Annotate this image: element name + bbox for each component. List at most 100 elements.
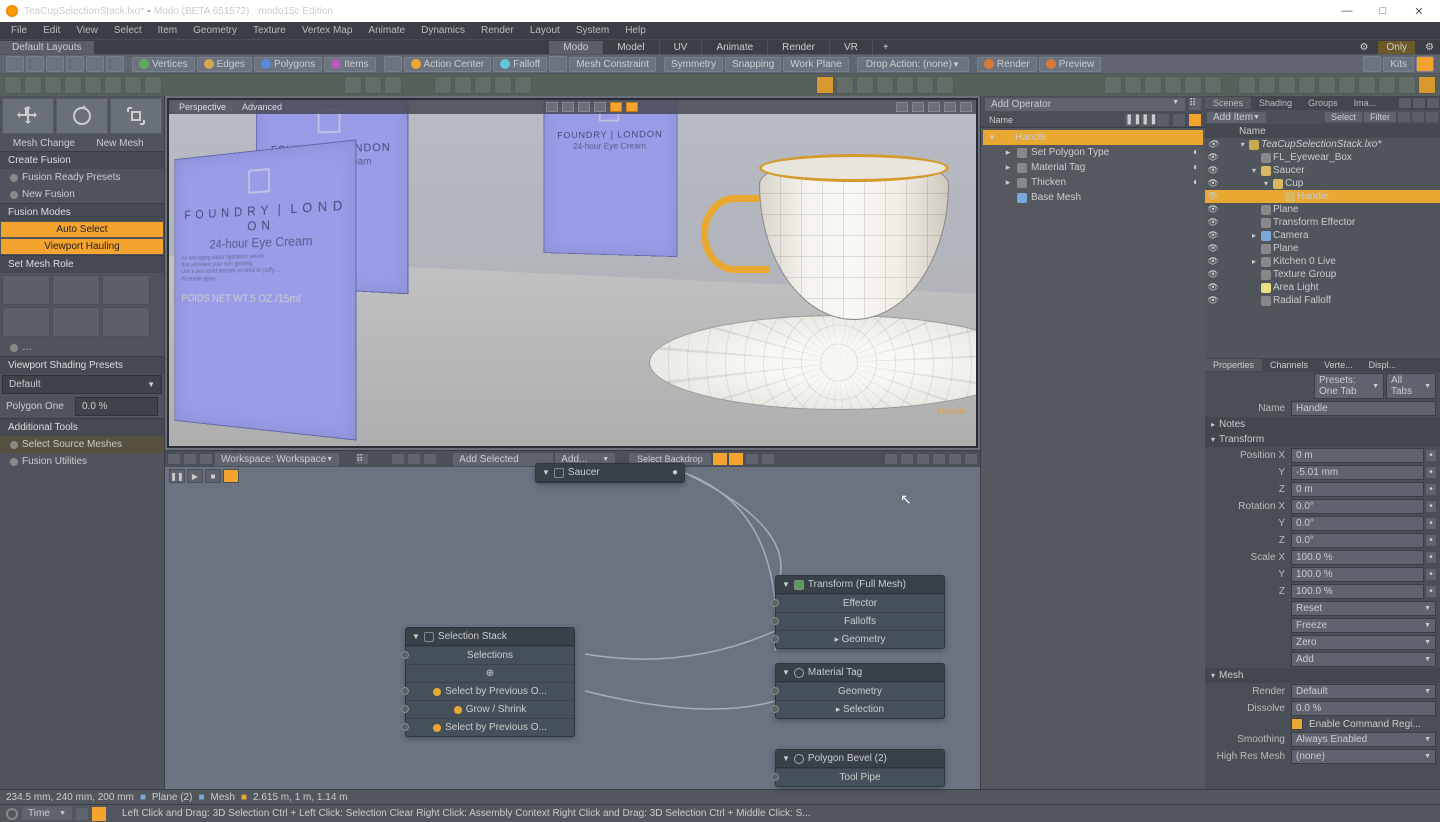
schematic-icon[interactable]: [199, 453, 213, 465]
pos-x-field[interactable]: 0 m: [1291, 448, 1424, 463]
fusion-utilities[interactable]: Fusion Utilities: [0, 453, 164, 470]
shading-preset-dropdown[interactable]: Default▼: [2, 375, 162, 394]
schematic-icon[interactable]: [916, 453, 930, 465]
enable-cmd-checkbox[interactable]: [1291, 718, 1303, 730]
schematic-icon[interactable]: [932, 453, 946, 465]
tab-properties[interactable]: Properties: [1205, 359, 1262, 371]
tree-row[interactable]: 👁▾Saucer: [1205, 164, 1440, 177]
tool-icon[interactable]: [876, 76, 894, 94]
schematic-icon[interactable]: [948, 453, 962, 465]
pos-z-field[interactable]: 0 m: [1291, 482, 1424, 497]
viewport-tab-advanced[interactable]: Advanced: [236, 102, 288, 112]
mesh-role-cell[interactable]: [2, 307, 50, 337]
schematic-icon[interactable]: [407, 453, 421, 465]
panel-icon[interactable]: [1398, 112, 1410, 122]
tab-display[interactable]: Displ...: [1361, 359, 1405, 371]
schematic-icon[interactable]: [729, 453, 743, 465]
schematic-icon[interactable]: [761, 453, 775, 465]
viewport-icon[interactable]: [626, 102, 638, 112]
tool-icon[interactable]: [1258, 76, 1276, 94]
name-field[interactable]: Handle: [1291, 401, 1436, 416]
layout-preset[interactable]: Default Layouts: [0, 41, 94, 54]
move-tool[interactable]: [2, 98, 54, 134]
tree-row[interactable]: 👁Transform Effector: [1205, 216, 1440, 229]
viewport[interactable]: Perspective Advanced FOUNDRY | LO: [167, 98, 978, 448]
mode-tab-vr[interactable]: VR: [830, 41, 873, 54]
tool-icon[interactable]: [26, 56, 44, 72]
tool-icon[interactable]: [1238, 76, 1256, 94]
layout-options-icon[interactable]: ⚙: [1354, 41, 1375, 54]
selmode-polygons[interactable]: Polygons: [254, 57, 322, 72]
auto-select-button[interactable]: Auto Select: [1, 222, 163, 237]
tool-icon[interactable]: [1164, 76, 1182, 94]
workspace-dropdown[interactable]: Workspace: Workspace▼: [215, 453, 339, 466]
viewport-icon[interactable]: [960, 102, 972, 112]
reset-button[interactable]: Reset▼: [1291, 601, 1436, 616]
play-button[interactable]: ▶: [187, 469, 203, 483]
maximize-button[interactable]: □: [1368, 2, 1398, 20]
node-transform[interactable]: ▼Transform (Full Mesh) Effector Falloffs…: [775, 575, 945, 649]
rot-z-field[interactable]: 0.0°: [1291, 533, 1424, 548]
ops-item-handle[interactable]: ▾Handle: [983, 130, 1203, 145]
filter-button[interactable]: Filter: [1364, 112, 1396, 122]
add-item-dropdown[interactable]: Add Item▼: [1207, 112, 1266, 123]
minimize-button[interactable]: —: [1332, 2, 1362, 20]
viewport-icon[interactable]: [912, 102, 924, 112]
record-button[interactable]: [223, 469, 239, 483]
tool-icon[interactable]: [24, 76, 42, 94]
dissolve-field[interactable]: 0.0 %: [1291, 701, 1436, 716]
menu-system[interactable]: System: [569, 24, 616, 37]
close-button[interactable]: ✕: [1404, 2, 1434, 20]
schematic-icon[interactable]: [391, 453, 405, 465]
tree-row[interactable]: 👁Plane: [1205, 203, 1440, 216]
layout-gear-icon[interactable]: ⚙: [1419, 41, 1440, 54]
node-saucer[interactable]: ▼Saucer●: [535, 463, 685, 483]
viewport-hauling-button[interactable]: Viewport Hauling: [1, 239, 163, 254]
ops-item[interactable]: Base Mesh: [983, 190, 1203, 205]
tab-shading[interactable]: Shading: [1251, 97, 1300, 109]
panel-icon[interactable]: [1399, 98, 1411, 108]
menu-vertexmap[interactable]: Vertex Map: [295, 24, 360, 37]
kits-button[interactable]: Kits: [1383, 57, 1414, 72]
scl-x-field[interactable]: 100.0 %: [1291, 550, 1424, 565]
menu-dynamics[interactable]: Dynamics: [414, 24, 472, 37]
preset-dropdown[interactable]: Presets: One Tab▼: [1314, 373, 1384, 399]
tool-icon[interactable]: [1378, 76, 1396, 94]
select-button[interactable]: Select: [1325, 112, 1362, 122]
ops-item[interactable]: ▸Material Tag◐: [983, 160, 1203, 175]
ops-icon[interactable]: [1189, 114, 1201, 126]
polygon-value[interactable]: 0.0 %: [75, 397, 158, 416]
section-fusion-modes[interactable]: Fusion Modes: [0, 203, 164, 221]
mesh-role-cell[interactable]: [52, 275, 100, 305]
tool-icon[interactable]: [44, 76, 62, 94]
node-material-tag[interactable]: ▼Material Tag Geometry ▸ Selection: [775, 663, 945, 719]
stop-button[interactable]: ■: [205, 469, 221, 483]
tab-groups[interactable]: Groups: [1300, 97, 1346, 109]
tree-row[interactable]: 👁Radial Falloff: [1205, 294, 1440, 307]
mode-tab-animate[interactable]: Animate: [702, 41, 768, 54]
schematic-view[interactable]: Workspace: Workspace▼ ⠿ Add Selected Add…: [165, 450, 980, 789]
rot-x-field[interactable]: 0.0°: [1291, 499, 1424, 514]
render-button[interactable]: Render: [977, 57, 1037, 72]
tree-row[interactable]: 👁▸Kitchen 0 Live: [1205, 255, 1440, 268]
new-fusion[interactable]: New Fusion: [0, 186, 164, 203]
scl-y-field[interactable]: 100.0 %: [1291, 567, 1424, 582]
panel-icon[interactable]: [1412, 112, 1424, 122]
tool-icon[interactable]: [104, 76, 122, 94]
selmode-edges[interactable]: Edges: [197, 57, 252, 72]
tool-icon[interactable]: [1204, 76, 1222, 94]
tool-icon[interactable]: [1358, 76, 1376, 94]
ops-icon[interactable]: ❚❚: [1125, 114, 1137, 126]
viewport-icon[interactable]: [594, 102, 606, 112]
selmode-vertices[interactable]: Vertices: [132, 57, 195, 72]
menu-layout[interactable]: Layout: [523, 24, 567, 37]
time-icon[interactable]: [76, 808, 88, 820]
hires-dropdown[interactable]: (none)▼: [1291, 749, 1436, 764]
tool-icon[interactable]: [1418, 76, 1436, 94]
ops-icon[interactable]: [1173, 114, 1185, 126]
symmetry-button[interactable]: Symmetry: [664, 57, 723, 72]
panel-icon[interactable]: [1413, 98, 1425, 108]
tool-icon[interactable]: [1398, 76, 1416, 94]
tree-row[interactable]: 👁▾Cup: [1205, 177, 1440, 190]
mesh-role-option[interactable]: …: [0, 339, 164, 356]
